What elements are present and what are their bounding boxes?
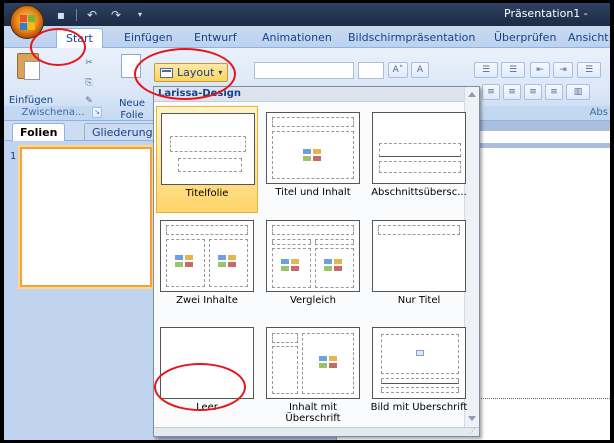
layout-label: Nur Titel [397,295,441,306]
separator [76,8,77,21]
text-placeholder [272,346,298,394]
layout-inhalt-mit-ueberschrift[interactable]: Inhalt mit Überschrift [262,321,364,428]
new-slide-button[interactable]: Neue Folie [114,98,150,122]
tab-folien[interactable]: Folien [12,123,66,141]
layout-thumbnail [161,113,255,185]
content-icon [281,259,301,273]
title-bar: ▪ ↶ ↷ ▾ Präsentation1 - [4,3,610,26]
customize-qat-icon[interactable]: ▾ [131,7,149,23]
content-icon [175,255,195,269]
layout-label: Titelfolie [185,188,229,199]
layout-thumbnail [266,220,360,292]
annotation-circle-start [30,28,86,66]
save-icon[interactable]: ▪ [52,7,70,23]
columns-icon[interactable]: ▥ [566,84,590,100]
pane-tabs: Folien Gliederung [4,121,161,141]
layout-label: Bild mit Überschrift [370,402,468,413]
title-placeholder [170,136,246,152]
content-icon [324,259,344,273]
picture-icon [416,350,424,356]
dialog-launcher-icon[interactable]: ↘ [92,107,102,118]
content-icon [303,149,323,163]
layout-zwei-inhalte[interactable]: Zwei Inhalte [156,214,258,321]
slide-thumbnail[interactable] [20,147,152,287]
layout-label: Inhalt mit Überschrift [285,402,341,424]
layout-thumbnail [372,327,466,399]
title-placeholder [272,333,298,343]
heading-placeholder [272,239,311,245]
content-icon [319,356,339,370]
text-placeholder [379,161,461,173]
clipboard-group-label: Zwischena... [4,106,102,120]
title-placeholder [379,143,461,157]
title-placeholder [166,225,248,235]
subtitle-placeholder [178,158,242,172]
layout-thumbnail [266,327,360,399]
tab-entwurf[interactable]: Entwurf [194,28,237,48]
text-placeholder [381,387,459,393]
placeholder-border [474,398,610,399]
tab-einfuegen[interactable]: Einfügen [124,28,173,48]
office-logo-icon [20,15,35,30]
layout-thumbnail [372,112,466,184]
tab-ansicht[interactable]: Ansicht [568,28,609,48]
title-placeholder [378,225,460,235]
layout-nur-titel[interactable]: Nur Titel [368,214,470,321]
tab-gliederung[interactable]: Gliederung [84,123,161,141]
redo-icon[interactable]: ↷ [107,7,125,23]
slides-pane: Folien Gliederung 1 [4,121,161,440]
ribbon-tabs: Start Einfügen Entwurf Animationen Bilds… [4,26,610,48]
layout-titelfolie[interactable]: Titelfolie [156,106,258,213]
window-title: Präsentation1 - [504,7,588,20]
resize-grip-icon[interactable]: ⋰ [469,427,476,435]
content-icon [218,255,238,269]
title-placeholder [272,225,354,235]
font-name-input[interactable] [254,62,354,79]
cut-icon[interactable]: ✂ [82,56,96,72]
align-left-icon[interactable]: ≡ [482,84,500,100]
layout-thumbnail [160,220,254,292]
layout-label: Vergleich [289,295,337,306]
heading-placeholder [315,239,354,245]
layout-titel-und-inhalt[interactable]: Titel und Inhalt [262,106,364,213]
justify-icon[interactable]: ≡ [545,84,563,100]
clear-formatting-icon[interactable]: A [411,62,429,78]
annotation-circle-leer [154,363,246,411]
quick-access-toolbar: ▪ ↶ ↷ ▾ [52,6,149,23]
layout-label: Abschnittsübersc... [371,187,467,198]
bullets-icon[interactable]: ☰ [474,62,498,78]
title-placeholder [272,117,354,127]
paragraph-group-label: Abs [484,106,610,120]
layout-label: Titel und Inhalt [275,187,351,198]
layout-thumbnail [266,112,360,184]
layout-thumbnail [372,220,466,292]
tab-animationen[interactable]: Animationen [262,28,332,48]
gallery-resize-bar[interactable]: ⋰ [154,427,479,436]
decrease-indent-icon[interactable]: ⇤ [530,62,550,78]
line-spacing-icon[interactable]: ☰ [577,62,601,78]
layout-abschnittsuebersicht[interactable]: Abschnittsübersc... [368,106,470,213]
align-right-icon[interactable]: ≡ [524,84,542,100]
font-size-input[interactable] [358,62,384,79]
numbering-icon[interactable]: ☰ [501,62,525,78]
scroll-up-icon[interactable] [468,92,476,97]
slide-number: 1 [10,151,17,162]
layout-bild-mit-ueberschrift[interactable]: Bild mit Überschrift [368,321,470,428]
copy-icon[interactable]: ⎘ [82,76,96,92]
title-placeholder [381,378,459,384]
grow-font-icon[interactable]: A˄ [388,62,408,78]
tab-bildschirmpraesentation[interactable]: Bildschirmpräsentation [348,28,475,48]
layout-vergleich[interactable]: Vergleich [262,214,364,321]
align-center-icon[interactable]: ≡ [503,84,521,100]
undo-icon[interactable]: ↶ [83,7,101,23]
powerpoint-window: ▪ ↶ ↷ ▾ Präsentation1 - Start Einfügen E… [4,3,610,440]
annotation-circle-layout [134,48,236,100]
increase-indent-icon[interactable]: ⇥ [553,62,573,78]
tab-ueberpruefen[interactable]: Überprüfen [494,28,556,48]
layout-label: Zwei Inhalte [176,295,238,306]
